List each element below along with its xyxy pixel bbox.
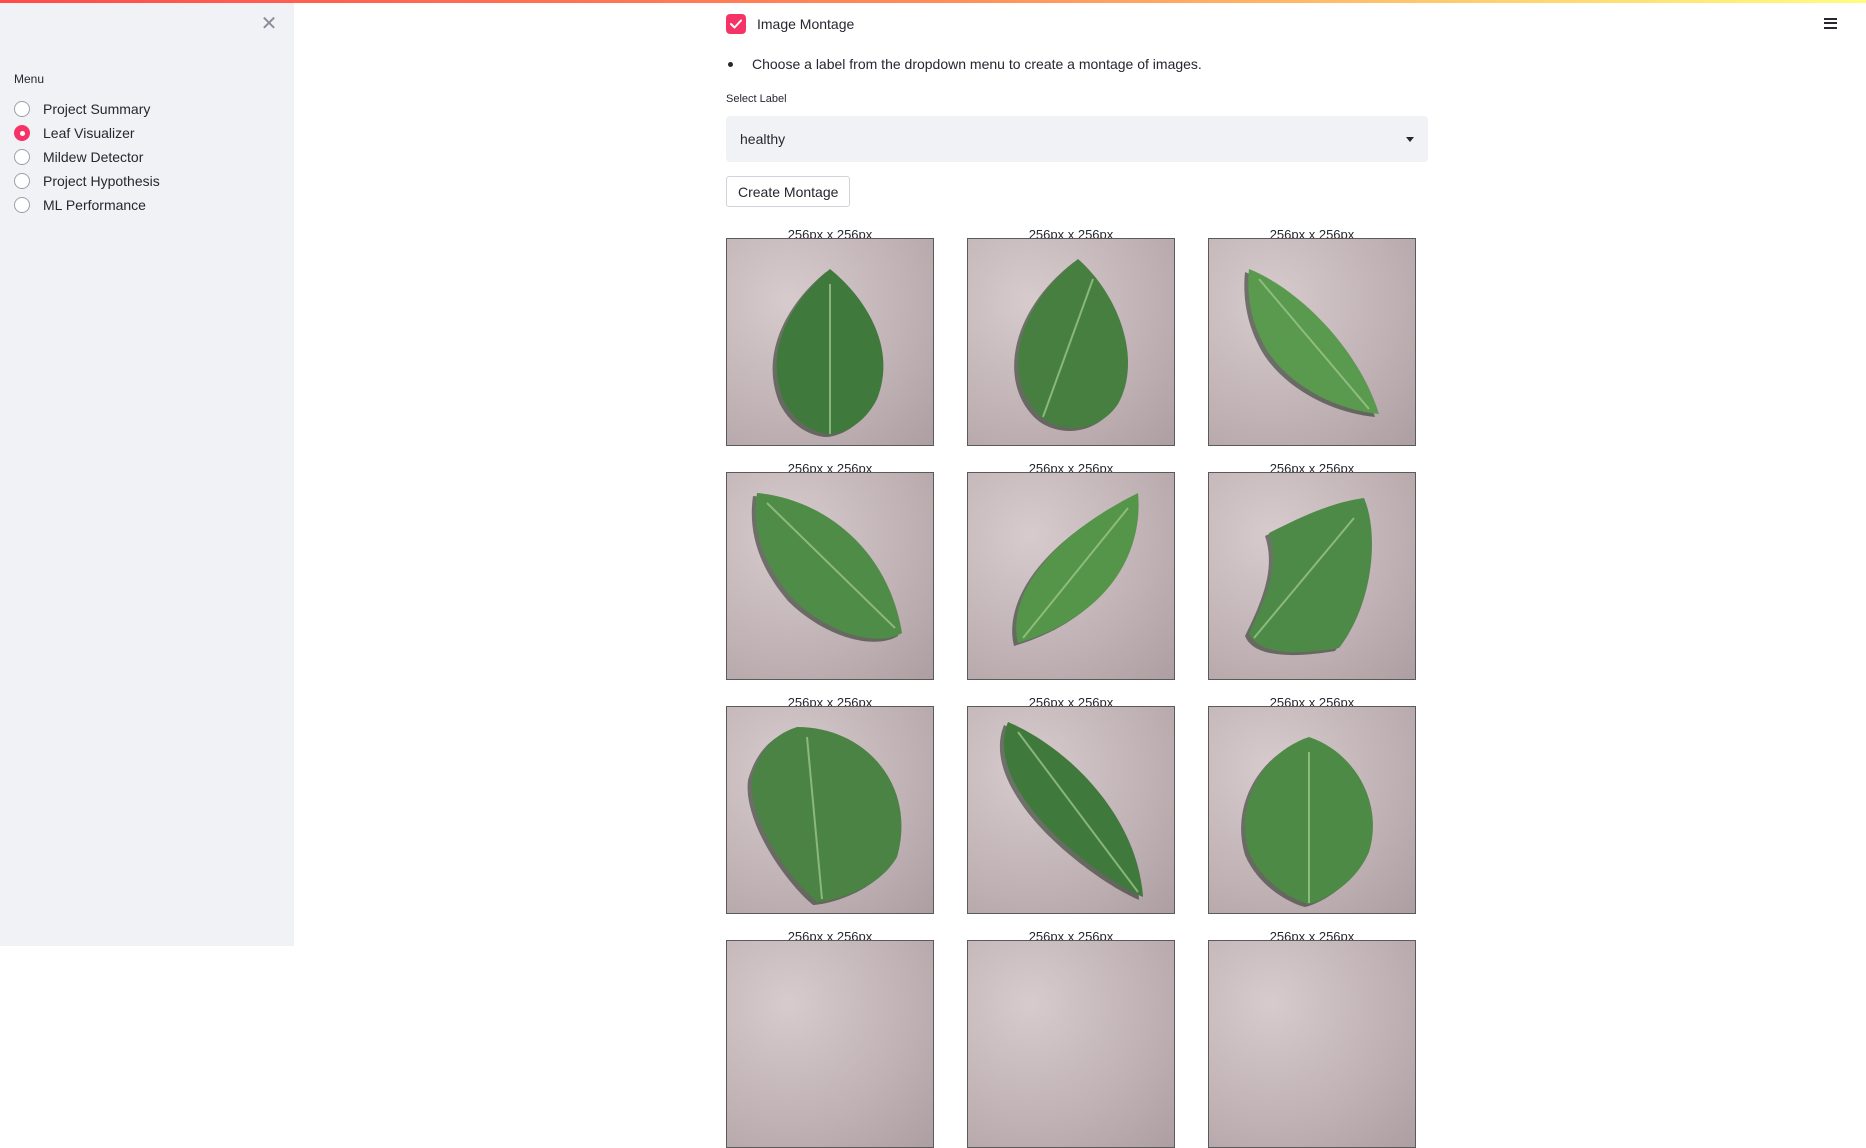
montage-cell: 256px x 256px	[1208, 227, 1416, 446]
instruction-list-item: Choose a label from the dropdown menu to…	[726, 56, 1202, 72]
montage-cell: 256px x 256px	[967, 461, 1175, 680]
radio-button[interactable]	[14, 101, 30, 117]
chevron-down-icon[interactable]	[1406, 136, 1414, 142]
leaf-image	[967, 706, 1175, 914]
sidebar-item-label: Project Hypothesis	[43, 173, 160, 189]
montage-cell: 256px x 256px	[726, 461, 934, 680]
leaf-image	[726, 238, 934, 446]
montage-cell: 256px x 256px	[967, 227, 1175, 446]
sidebar-item-label: ML Performance	[43, 197, 146, 213]
select-value: healthy	[740, 131, 786, 147]
sidebar-item-mildew-detector[interactable]: Mildew Detector	[14, 145, 160, 169]
leaf-image	[1208, 472, 1416, 680]
sidebar-item-label: Leaf Visualizer	[43, 125, 135, 141]
sidebar-item-project-hypothesis[interactable]: Project Hypothesis	[14, 169, 160, 193]
image-montage-checkbox[interactable]: Image Montage	[726, 14, 854, 34]
montage-cell: 256px x 256px	[967, 929, 1175, 1148]
close-icon[interactable]: ✕	[259, 12, 279, 36]
bullet-icon	[728, 61, 733, 67]
leaf-image	[726, 940, 934, 1148]
leaf-image	[967, 940, 1175, 1148]
leaf-image	[967, 238, 1175, 446]
leaf-image	[1208, 940, 1416, 1148]
sidebar-item-project-summary[interactable]: Project Summary	[14, 97, 160, 121]
create-montage-button[interactable]: Create Montage	[726, 176, 851, 207]
checkbox-label: Image Montage	[757, 16, 855, 32]
montage-cell: 256px x 256px	[726, 929, 934, 1148]
check-icon[interactable]	[726, 14, 746, 34]
leaf-image	[1208, 706, 1416, 914]
montage-cell: 256px x 256px	[726, 695, 934, 914]
radio-button[interactable]	[14, 149, 30, 165]
montage-cell: 256px x 256px	[1208, 695, 1416, 914]
radio-button[interactable]	[14, 173, 30, 189]
montage-cell: 256px x 256px	[1208, 929, 1416, 1148]
montage-cell: 256px x 256px	[967, 695, 1175, 914]
sidebar-item-leaf-visualizer[interactable]: Leaf Visualizer	[14, 121, 160, 145]
leaf-image	[967, 472, 1175, 680]
leaf-image	[726, 472, 934, 680]
sidebar-item-label: Project Summary	[43, 101, 151, 117]
top-decoration-stripe	[0, 0, 1866, 3]
hamburger-menu-icon[interactable]	[1824, 15, 1842, 33]
sidebar-item-ml-performance[interactable]: ML Performance	[14, 193, 160, 217]
radio-button[interactable]	[14, 197, 30, 213]
label-select-dropdown[interactable]: healthy	[726, 116, 1428, 162]
select-label: Select Label	[726, 93, 787, 105]
radio-button-selected[interactable]	[14, 125, 30, 141]
sidebar: ✕ Menu Project Summary Leaf Visualizer M…	[0, 0, 294, 946]
menu-label: Menu	[14, 72, 45, 86]
montage-cell: 256px x 256px	[726, 227, 934, 446]
menu-radio-group: Project Summary Leaf Visualizer Mildew D…	[14, 97, 160, 217]
leaf-image	[726, 706, 934, 914]
instruction-text: Choose a label from the dropdown menu to…	[752, 56, 1202, 72]
sidebar-item-label: Mildew Detector	[43, 149, 144, 165]
montage-cell: 256px x 256px	[1208, 461, 1416, 680]
leaf-image	[1208, 238, 1416, 446]
